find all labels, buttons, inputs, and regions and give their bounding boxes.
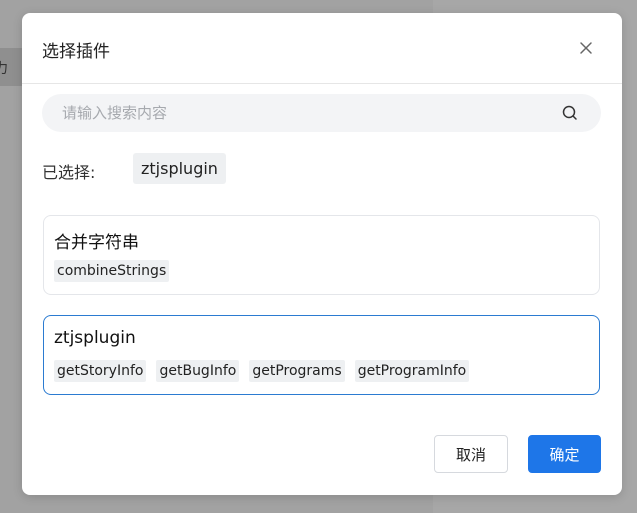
close-button[interactable] [576, 38, 596, 58]
plugin-card-ztjsplugin[interactable]: ztjsplugin getStoryInfo getBugInfo getPr… [43, 315, 600, 395]
plugin-name: 合并字符串 [54, 233, 139, 253]
plugin-name: ztjsplugin [54, 328, 136, 348]
search-box [42, 94, 601, 132]
function-tag: getBugInfo [156, 360, 240, 382]
selected-label: 已选择: [42, 163, 96, 182]
function-tag: getPrograms [249, 360, 345, 382]
cancel-button[interactable]: 取消 [434, 435, 508, 473]
search-icon[interactable] [561, 104, 579, 122]
search-input[interactable] [62, 94, 552, 132]
selected-plugin-tag: ztjsplugin [133, 153, 226, 184]
dialog-header: 选择插件 [22, 13, 622, 84]
dialog-title: 选择插件 [42, 42, 110, 62]
plugin-function-list: combineStrings [54, 260, 170, 282]
confirm-button[interactable]: 确定 [528, 435, 601, 473]
background-nav-label: 力 [0, 61, 8, 77]
function-tag: getStoryInfo [54, 360, 147, 382]
function-tag: combineStrings [54, 260, 170, 282]
plugin-function-list: getStoryInfo getBugInfo getPrograms getP… [54, 360, 470, 382]
close-icon [580, 42, 592, 54]
plugin-card-combine-strings[interactable]: 合并字符串 combineStrings [43, 215, 600, 295]
function-tag: getProgramInfo [354, 360, 470, 382]
plugin-select-dialog: 选择插件 已选择: ztjsplugin 合并字符串 combineString… [22, 13, 622, 495]
